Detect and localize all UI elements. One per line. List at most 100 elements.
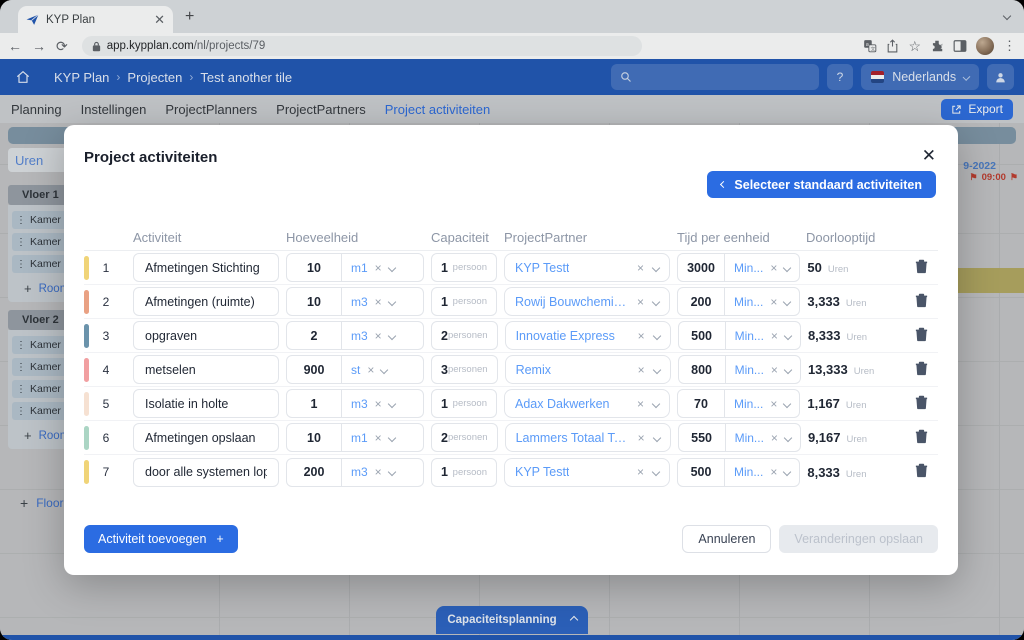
clear-icon[interactable]: ×	[637, 397, 644, 411]
delete-trash-icon[interactable]	[914, 257, 929, 274]
clear-icon[interactable]: ×	[771, 431, 778, 445]
time-unit-dropdown[interactable]: Min... ×	[726, 431, 800, 445]
activity-name-input[interactable]	[134, 363, 278, 377]
clear-icon[interactable]: ×	[771, 329, 778, 343]
time-input[interactable]	[678, 295, 724, 309]
time-unit-label: Min...	[734, 261, 763, 275]
activity-color-bar	[84, 290, 89, 314]
time-unit-dropdown[interactable]: Min... ×	[726, 329, 800, 343]
duration-value: 3,333	[807, 294, 840, 309]
unit-dropdown[interactable]: m3 ×	[342, 465, 423, 479]
clear-icon[interactable]: ×	[375, 465, 382, 479]
delete-trash-icon[interactable]	[914, 461, 929, 478]
clear-icon[interactable]: ×	[770, 397, 777, 411]
delete-trash-icon[interactable]	[914, 291, 929, 308]
clear-icon[interactable]: ×	[637, 465, 644, 479]
chevron-left-icon	[720, 181, 727, 188]
quantity-input[interactable]	[287, 363, 341, 377]
capacity-input[interactable]: 2 personen	[431, 321, 498, 350]
partner-dropdown[interactable]: Remix ×	[505, 355, 671, 384]
time-per-unit-control: Min... ×	[677, 287, 800, 316]
delete-trash-icon[interactable]	[914, 325, 929, 342]
activity-row: 6 m1 × 2 personen Lammers Totaal Tegelwe…	[84, 421, 938, 455]
clear-icon[interactable]: ×	[367, 363, 374, 377]
quantity-input[interactable]	[287, 329, 341, 343]
clear-icon[interactable]: ×	[637, 295, 644, 309]
quantity-input[interactable]	[287, 295, 341, 309]
quantity-input[interactable]	[287, 261, 341, 275]
chevron-down-icon	[387, 399, 395, 407]
activity-name-input[interactable]	[134, 397, 278, 411]
time-unit-dropdown[interactable]: Min... ×	[725, 465, 799, 479]
clear-icon[interactable]: ×	[375, 329, 382, 343]
unit-dropdown[interactable]: st ×	[342, 363, 423, 377]
save-changes-button[interactable]: Veranderingen opslaan	[779, 525, 938, 553]
capacity-input[interactable]: 1 persoon	[431, 458, 497, 487]
time-input[interactable]	[678, 261, 724, 275]
clear-icon[interactable]: ×	[375, 397, 382, 411]
clear-icon[interactable]: ×	[638, 363, 645, 377]
quantity-control: m1 ×	[286, 253, 424, 282]
partner-dropdown[interactable]: KYP Testt ×	[504, 458, 670, 487]
delete-trash-icon[interactable]	[914, 393, 929, 410]
capacity-input[interactable]: 2 personen	[431, 423, 498, 452]
clear-icon[interactable]: ×	[375, 295, 382, 309]
unit-label: m3	[351, 329, 368, 343]
close-icon[interactable]: ✕	[922, 147, 936, 164]
clear-icon[interactable]: ×	[375, 261, 382, 275]
time-unit-dropdown[interactable]: Min... ×	[725, 397, 799, 411]
duration-cell: 1,167 Uren	[807, 396, 907, 411]
time-unit-dropdown[interactable]: Min... ×	[726, 363, 800, 377]
clear-icon[interactable]: ×	[637, 261, 644, 275]
delete-trash-icon[interactable]	[914, 427, 929, 444]
activity-name-input[interactable]	[134, 261, 278, 275]
unit-dropdown[interactable]: m3 ×	[342, 329, 423, 343]
activity-color-bar	[84, 358, 89, 382]
clear-icon[interactable]: ×	[770, 295, 777, 309]
activity-name-input[interactable]	[134, 329, 278, 343]
chevron-down-icon	[387, 433, 395, 441]
duration-unit-label: Uren	[854, 366, 875, 377]
time-input[interactable]	[679, 329, 725, 343]
cancel-button[interactable]: Annuleren	[682, 525, 771, 553]
clear-icon[interactable]: ×	[770, 465, 777, 479]
unit-dropdown[interactable]: m1 ×	[342, 431, 423, 445]
modal-footer-actions: Annuleren Veranderingen opslaan	[682, 525, 938, 553]
time-unit-dropdown[interactable]: Min... ×	[725, 295, 799, 309]
activity-name-input[interactable]	[134, 295, 278, 309]
time-input[interactable]	[679, 363, 725, 377]
capacity-input[interactable]: 3 personen	[431, 355, 498, 384]
capacity-input[interactable]: 1 persoon	[431, 389, 497, 418]
time-unit-label: Min...	[734, 397, 763, 411]
time-unit-dropdown[interactable]: Min... ×	[725, 261, 799, 275]
quantity-input[interactable]	[287, 431, 341, 445]
unit-dropdown[interactable]: m3 ×	[342, 397, 423, 411]
activity-name-input[interactable]	[134, 465, 278, 479]
unit-dropdown[interactable]: m1 ×	[342, 261, 423, 275]
clear-icon[interactable]: ×	[770, 261, 777, 275]
select-standard-activities-button[interactable]: Selecteer standaard activiteiten	[707, 171, 936, 198]
delete-trash-icon[interactable]	[914, 359, 929, 376]
time-input[interactable]	[678, 397, 724, 411]
clear-icon[interactable]: ×	[771, 363, 778, 377]
capacity-input[interactable]: 1 persoon	[431, 253, 497, 282]
capacity-input[interactable]: 1 persoon	[431, 287, 497, 316]
partner-dropdown[interactable]: Rowij Bouwchemie BV ×	[504, 287, 670, 316]
time-input[interactable]	[678, 465, 724, 479]
clear-icon[interactable]: ×	[638, 431, 645, 445]
time-input[interactable]	[679, 431, 725, 445]
partner-dropdown[interactable]: Adax Dakwerken ×	[504, 389, 670, 418]
activity-color-bar	[84, 324, 89, 348]
partner-dropdown[interactable]: Lammers Totaal Tegelwerken ×	[505, 423, 671, 452]
clear-icon[interactable]: ×	[375, 431, 382, 445]
quantity-input[interactable]	[287, 397, 341, 411]
capacity-value: 2	[441, 329, 448, 343]
unit-dropdown[interactable]: m3 ×	[342, 295, 423, 309]
partner-dropdown[interactable]: KYP Testt ×	[504, 253, 670, 282]
duration-unit-label: Uren	[846, 332, 867, 343]
activity-name-input[interactable]	[134, 431, 278, 445]
clear-icon[interactable]: ×	[638, 329, 645, 343]
add-activity-button[interactable]: Activiteit toevoegen +	[84, 525, 238, 553]
quantity-input[interactable]	[287, 465, 341, 479]
partner-dropdown[interactable]: Innovatie Express ×	[505, 321, 671, 350]
